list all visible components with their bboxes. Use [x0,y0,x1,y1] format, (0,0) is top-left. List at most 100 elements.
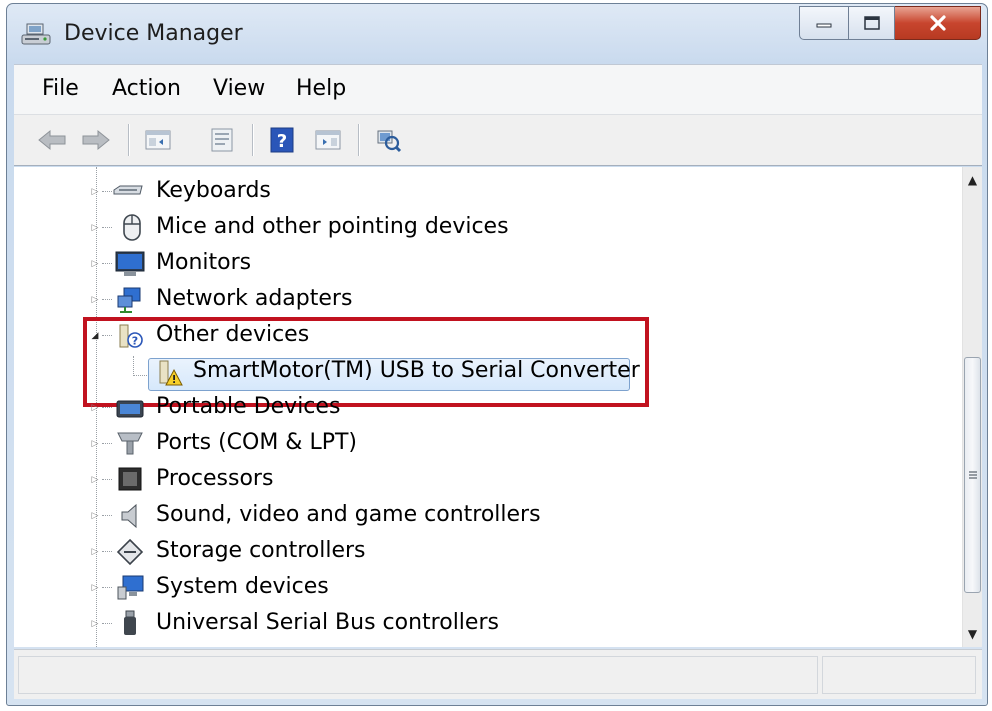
toolbar-separator [358,124,360,156]
menu-view[interactable]: View [211,76,267,101]
tree-node-label: Network adapters [156,286,353,311]
expand-arrow-icon[interactable]: ▷ [90,619,100,629]
tree-node-storage-controllers[interactable]: ▷ Storage controllers [14,535,914,569]
menu-file[interactable]: File [40,76,81,101]
scrollbar-thumb[interactable] [964,357,981,593]
expand-arrow-icon[interactable]: ▷ [90,187,100,197]
title-bar[interactable]: Device Manager [7,4,987,64]
svg-text:?: ? [132,335,138,348]
tree-node-label: Keyboards [156,178,271,203]
menu-action[interactable]: Action [110,76,183,101]
expand-arrow-icon[interactable]: ▷ [90,547,100,557]
tree-node-system-devices[interactable]: ▷ System devices [14,571,914,605]
tree-node-smartmotor[interactable]: SmartMotor(TM) USB to Serial Converter [14,355,914,389]
vertical-scrollbar[interactable]: ▲ ▼ [962,167,982,647]
help-button[interactable]: ? [266,125,298,155]
tree-connector-line [102,263,112,265]
tree-node-label: Universal Serial Bus controllers [156,610,499,635]
tree-node-processors[interactable]: ▷ Processors [14,463,914,497]
expand-arrow-icon[interactable]: ▷ [90,223,100,233]
device-tree[interactable]: ▷ Keyboards ▷ Mice and other pointing de… [14,167,962,647]
show-action-pane-icon [315,130,341,150]
status-pane-secondary [822,656,976,694]
tree-node-mice[interactable]: ▷ Mice and other pointing devices [14,211,914,245]
tree-connector-line [102,335,112,337]
usb-icon [124,610,136,635]
grip-icon [968,471,977,479]
expand-arrow-icon[interactable]: ▷ [90,259,100,269]
storage-controller-icon [116,538,144,566]
tree-node-monitors[interactable]: ▷ Monitors [14,247,914,281]
tree-node-other-devices[interactable]: ◢ ? Other devices [14,319,914,353]
console-tree-button[interactable] [142,125,174,155]
warning-device-icon [159,360,183,386]
tree-connector-line [102,443,112,445]
device-manager-window: Device Manager File Action View Help ? ▷… [6,3,988,706]
tree-connector-line [102,299,112,301]
tree-connector-line [102,515,112,517]
forward-arrow-icon [82,129,110,151]
status-bar [14,649,982,699]
expand-arrow-icon[interactable]: ▷ [90,475,100,485]
device-manager-icon [21,23,51,45]
tree-connector-line [102,227,112,229]
scan-hardware-changes-icon [377,130,402,153]
network-adapter-icon [117,287,141,313]
tree-node-network-adapters[interactable]: ▷ Network adapters [14,283,914,317]
tree-connector-line [102,587,112,589]
menu-help[interactable]: Help [294,76,348,101]
expand-arrow-icon[interactable]: ▷ [90,511,100,521]
collapse-arrow-icon[interactable]: ◢ [90,331,100,341]
monitor-icon [115,251,145,276]
menu-bar: File Action View Help [14,64,982,114]
maximize-icon [863,16,880,30]
tree-node-label: Processors [156,466,274,491]
maximize-button[interactable] [849,6,895,40]
expand-arrow-icon[interactable]: ▷ [90,403,100,413]
window-title: Device Manager [64,21,243,46]
speaker-icon [121,503,137,529]
scroll-down-arrow-icon[interactable]: ▼ [963,623,982,645]
back-arrow-icon [38,129,66,151]
expand-arrow-icon[interactable]: ▷ [90,295,100,305]
forward-button[interactable] [80,125,112,155]
tree-node-usb-controllers[interactable]: ▷ Universal Serial Bus controllers [14,607,914,641]
tree-node-label: Sound, video and game controllers [156,502,541,527]
tree-node-sound[interactable]: ▷ Sound, video and game controllers [14,499,914,533]
close-button[interactable] [895,6,981,40]
mouse-icon [123,214,141,241]
scroll-up-arrow-icon[interactable]: ▲ [963,169,982,191]
action-pane-button[interactable] [312,125,344,155]
tree-connector-line [102,623,112,625]
portable-device-icon [116,400,144,418]
minimize-button[interactable] [799,6,849,40]
caption-buttons [799,6,981,42]
help-icon: ? [270,127,294,153]
system-device-icon [117,575,144,600]
tree-connector-line [102,407,112,409]
toolbar-separator [252,124,254,156]
tree-connector-line [102,551,112,553]
tree-node-label: Monitors [156,250,252,275]
back-button[interactable] [36,125,68,155]
properties-button[interactable] [206,125,238,155]
processor-icon [118,467,142,491]
tree-node-label: Other devices [156,322,310,347]
scan-hardware-button[interactable] [372,125,404,155]
close-icon [929,15,946,31]
unknown-device-icon: ? [119,324,143,348]
keyboard-icon [113,185,143,195]
tree-node-label: Mice and other pointing devices [156,214,509,239]
tree-node-keyboards[interactable]: ▷ Keyboards [14,175,914,209]
properties-icon [211,128,233,152]
tree-node-portable-devices[interactable]: ▷ Portable Devices [14,391,914,425]
toolbar: ? [14,114,982,166]
tree-node-label: System devices [156,574,329,599]
tree-node-label: Ports (COM & LPT) [156,430,357,455]
show-hide-console-tree-icon [145,130,171,150]
expand-arrow-icon[interactable]: ▷ [90,583,100,593]
expand-arrow-icon[interactable]: ▷ [90,439,100,449]
svg-text:?: ? [277,131,287,152]
tree-node-ports[interactable]: ▷ Ports (COM & LPT) [14,427,914,461]
toolbar-separator [128,124,130,156]
